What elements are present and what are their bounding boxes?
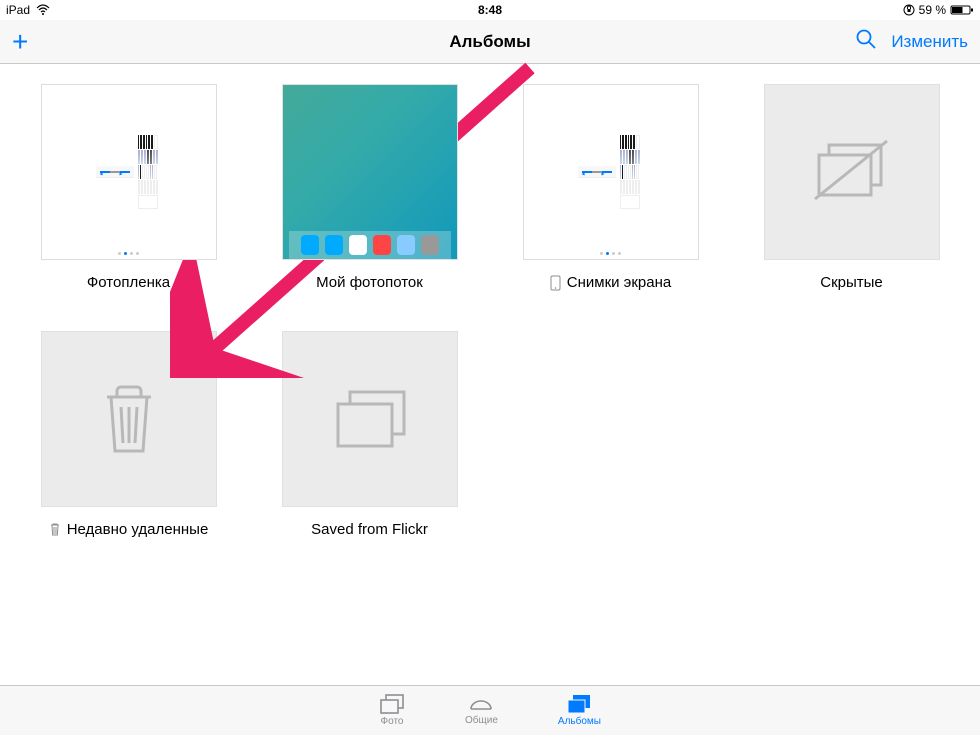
albums-grid-area: ◀▶ Фотопленка Мой фотопоток xyxy=(0,64,980,558)
tab-label: Альбомы xyxy=(558,716,601,727)
album-screenshots[interactable]: ◀▶ Снимки экрана xyxy=(520,84,701,291)
album-camera-roll[interactable]: ◀▶ Фотопленка xyxy=(38,84,219,291)
photos-tab-icon xyxy=(379,694,405,714)
album-recently-deleted[interactable]: Недавно удаленные xyxy=(38,331,219,538)
phone-icon xyxy=(550,275,561,291)
stack-icon xyxy=(328,386,412,452)
battery-percent: 59 % xyxy=(919,3,946,17)
album-title: Снимки экрана xyxy=(567,274,671,291)
search-button[interactable] xyxy=(855,28,877,55)
device-label: iPad xyxy=(6,3,30,17)
album-title: Фотопленка xyxy=(87,274,170,291)
album-thumbnail: ◀▶ xyxy=(523,84,699,260)
status-bar: iPad 8:48 59 % xyxy=(0,0,980,20)
tab-label: Фото xyxy=(381,716,404,727)
search-icon xyxy=(855,28,877,50)
album-thumbnail xyxy=(764,84,940,260)
album-title: Скрытые xyxy=(820,274,883,291)
album-title: Недавно удаленные xyxy=(67,521,209,538)
tab-albums[interactable]: Альбомы xyxy=(558,694,601,727)
album-title: Saved from Flickr xyxy=(311,521,428,538)
page-title: Альбомы xyxy=(449,32,530,52)
nav-bar: + Альбомы Изменить xyxy=(0,20,980,64)
add-button[interactable]: + xyxy=(12,28,28,56)
tab-shared[interactable]: Общие xyxy=(465,695,498,726)
trash-mini-icon xyxy=(49,522,61,537)
tab-photos[interactable]: Фото xyxy=(379,694,405,727)
edit-button[interactable]: Изменить xyxy=(891,32,968,52)
shared-tab-icon xyxy=(467,695,495,713)
album-title: Мой фотопоток xyxy=(316,274,423,291)
albums-tab-icon xyxy=(566,694,592,714)
album-thumbnail: ◀▶ xyxy=(41,84,217,260)
battery-icon xyxy=(950,4,974,16)
status-time: 8:48 xyxy=(478,3,502,17)
hidden-icon xyxy=(807,137,897,207)
orientation-lock-icon xyxy=(903,4,915,16)
wifi-icon xyxy=(36,4,50,16)
album-saved-from-flickr[interactable]: Saved from Flickr xyxy=(279,331,460,538)
album-thumbnail xyxy=(282,331,458,507)
album-photo-stream[interactable]: Мой фотопоток xyxy=(279,84,460,291)
trash-icon xyxy=(97,379,161,459)
tab-bar: Фото Общие Альбомы xyxy=(0,685,980,735)
tab-label: Общие xyxy=(465,715,498,726)
album-thumbnail xyxy=(282,84,458,260)
album-hidden[interactable]: Скрытые xyxy=(761,84,942,291)
album-thumbnail xyxy=(41,331,217,507)
